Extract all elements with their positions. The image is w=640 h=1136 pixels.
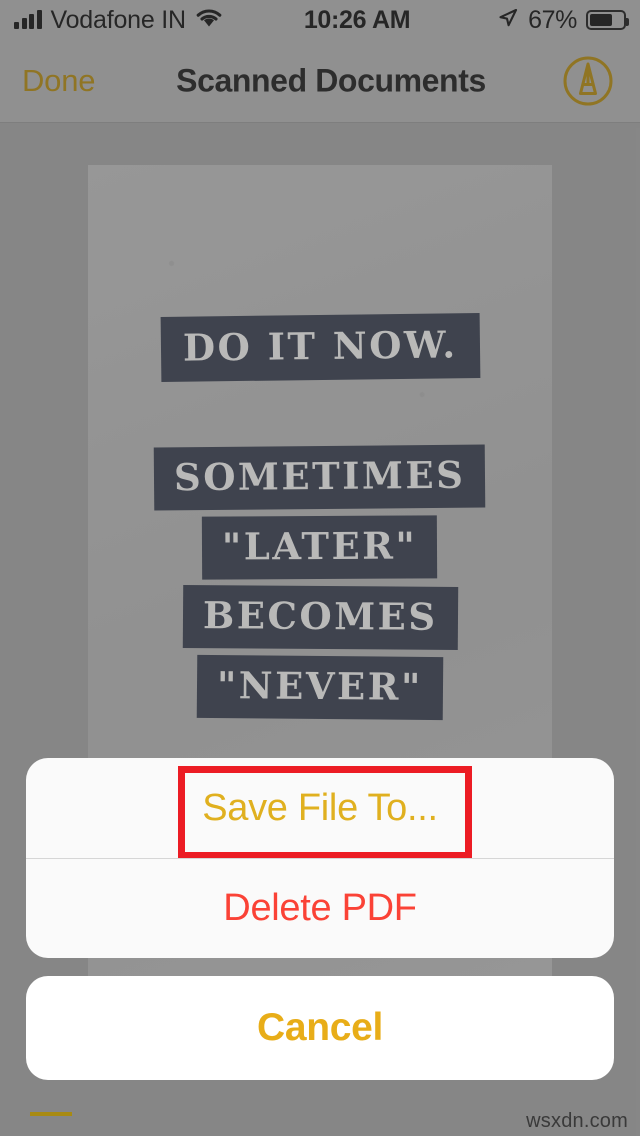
status-bar-center: 10:26 AM [217, 6, 497, 35]
poster-line: "NEVER" [196, 654, 444, 721]
status-bar: Vodafone IN 10:26 AM 67% [0, 0, 640, 40]
poster-line: "LATER" [202, 515, 438, 580]
action-sheet: Save File To... Delete PDF Cancel [26, 758, 614, 1080]
battery-icon [586, 10, 629, 30]
action-sheet-primary-group: Save File To... Delete PDF [26, 758, 614, 958]
page-title: Scanned Documents [176, 62, 486, 99]
delete-pdf-button[interactable]: Delete PDF [26, 858, 614, 958]
watermark-label: wsxdn.com [526, 1110, 628, 1132]
cancel-button[interactable]: Cancel [26, 976, 614, 1080]
location-arrow-icon [497, 7, 519, 34]
status-bar-left: Vodafone IN [14, 6, 223, 35]
cancel-label: Cancel [256, 1006, 384, 1049]
gold-edge-artifact [30, 1112, 72, 1116]
poster-line: BECOMES [182, 585, 458, 650]
signal-bars-icon [14, 10, 42, 29]
poster-text-block: DO IT NOW. SOMETIMES "LATER" BECOMES "NE… [88, 313, 552, 721]
save-file-to-label: Save File To... [202, 786, 438, 829]
battery-percent-label: 67% [528, 5, 577, 34]
delete-pdf-label: Delete PDF [223, 887, 417, 929]
carrier-label: Vodafone IN [50, 5, 187, 34]
poster-line: SOMETIMES [154, 444, 486, 511]
poster-line: DO IT NOW. [160, 313, 480, 382]
clock-label: 10:26 AM [303, 5, 411, 34]
navigation-bar: Done Scanned Documents [0, 40, 640, 123]
action-sheet-cancel-group: Cancel [26, 976, 614, 1080]
phone-screen: Vodafone IN 10:26 AM 67% Done Scanned Do… [0, 0, 640, 1136]
markup-pen-circle-icon[interactable] [562, 55, 614, 107]
save-file-to-button[interactable]: Save File To... [26, 758, 614, 859]
status-bar-right: 67% [497, 5, 629, 35]
